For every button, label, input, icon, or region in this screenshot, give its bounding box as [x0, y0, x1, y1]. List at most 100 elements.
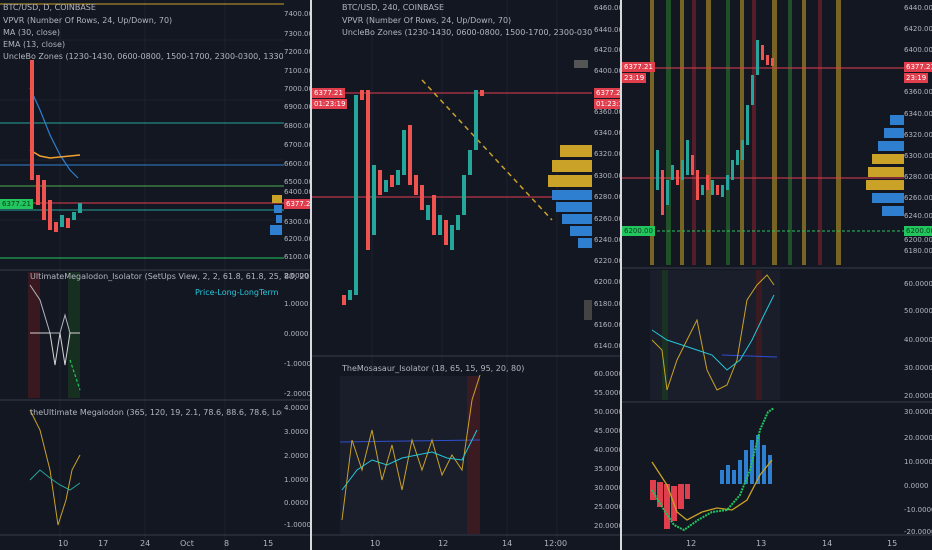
- price-tick: 6180.00: [594, 300, 620, 308]
- price-tick: 6400.00: [904, 46, 932, 54]
- sub2-tick: 0.0000: [904, 482, 929, 490]
- price-tick: 6320.00: [904, 131, 932, 139]
- price-tick: 6500.00: [284, 178, 310, 186]
- indicator-label[interactable]: MA (30, close): [3, 28, 60, 37]
- sub-tick: 55.0000: [594, 389, 620, 397]
- countdown-tag-left: 01:23:19: [312, 99, 348, 109]
- price-tick: 6300.00: [284, 218, 310, 226]
- price-tick: 6800.00: [284, 122, 310, 130]
- time-axis[interactable]: 12 13 14 15: [622, 537, 904, 550]
- time-tick: 12:00: [544, 539, 568, 548]
- last-price-tag: 6377.21: [594, 88, 620, 98]
- price-tick: 6420.00: [904, 25, 932, 33]
- price-tick: 6460.00: [594, 4, 620, 12]
- sub-tick: 30.0000: [594, 484, 620, 492]
- price-tick: 6400.00: [284, 188, 310, 196]
- last-price-tag: 6377.21: [284, 199, 310, 209]
- price-tick: 7000.00: [284, 85, 310, 93]
- price-axis[interactable]: 6460.00 6440.00 6420.00 6400.00 6360.00 …: [594, 0, 620, 550]
- countdown-tag-left: 23:19: [622, 73, 647, 83]
- indicator-label[interactable]: VPVR (Number Of Rows, 24, Up/Down, 70): [342, 16, 511, 25]
- price-tick: 7400.00: [284, 10, 310, 18]
- sub-tick: 40.0000: [594, 446, 620, 454]
- time-tick: 14: [502, 539, 513, 548]
- sub1-tick: 60.0000: [904, 280, 932, 288]
- price-tick: 6100.00: [284, 253, 310, 261]
- sub2-tick: 2.0000: [284, 452, 309, 460]
- indicator-label[interactable]: VPVR (Number Of Rows, 24, Up/Down, 70): [3, 16, 172, 25]
- time-axis[interactable]: 10 12 14 12:00: [312, 537, 594, 550]
- price-tick: 6600.00: [284, 160, 310, 168]
- time-tick: 12: [438, 539, 449, 548]
- intraday-chart-canvas[interactable]: [622, 0, 932, 550]
- sub2-tick: -1.0000: [284, 521, 310, 529]
- sub2-tick: 10.0000: [904, 458, 932, 466]
- price-tick: 6320.00: [594, 150, 620, 158]
- price-tick: 6280.00: [594, 193, 620, 201]
- time-tick: Oct: [180, 539, 194, 548]
- sub1-tick: 50.0000: [904, 307, 932, 315]
- countdown-tag: 01:23:19: [594, 99, 620, 109]
- sub1-tick: 40.0000: [904, 336, 932, 344]
- chart-panel-intraday[interactable]: 6440.00 6420.00 6400.00 6360.00 6340.00 …: [622, 0, 932, 550]
- sub1-tick: -1.0000: [284, 360, 310, 368]
- last-price-tag-left: 6377.21: [312, 88, 345, 98]
- sub1-legend: Price-Long-LongTerm: [195, 288, 279, 297]
- sub-tick: 60.0000: [594, 370, 620, 378]
- time-tick: 15: [887, 539, 898, 548]
- indicator-label[interactable]: UncleBo Zones (1230-1430, 0600-0800, 150…: [3, 52, 283, 61]
- price-tick: 6340.00: [904, 110, 932, 118]
- sub2-tick: 4.0000: [284, 404, 309, 412]
- sub-tick: 25.0000: [594, 503, 620, 511]
- sub2-tick: 1.0000: [284, 476, 309, 484]
- sub-tick: 50.0000: [594, 408, 620, 416]
- sub1-tick: 20.0000: [904, 392, 932, 400]
- price-tick: 7300.00: [284, 30, 310, 38]
- sub1-tick: -2.0000: [284, 390, 310, 398]
- price-tick: 6900.00: [284, 103, 310, 111]
- price-tick: 6240.00: [594, 236, 620, 244]
- sub2-tick: 30.0000: [904, 408, 932, 416]
- time-tick: 13: [756, 539, 767, 548]
- sub2-tick: -20.0000: [904, 528, 932, 536]
- price-tick: 6340.00: [594, 129, 620, 137]
- sub1-tick: 0.0000: [284, 330, 309, 338]
- level-tag: 6200.00: [904, 226, 932, 236]
- countdown-tag: 23:19: [904, 73, 929, 83]
- last-price-tag-left: 6377.21: [622, 62, 655, 72]
- price-tick: 6400.00: [594, 67, 620, 75]
- time-tick: 12: [686, 539, 697, 548]
- indicator-label[interactable]: EMA (13, close): [3, 40, 65, 49]
- sub1-tick: 1.0000: [284, 300, 309, 308]
- sub2-tick: -10.0000: [904, 506, 932, 514]
- sub-tick: 35.0000: [594, 465, 620, 473]
- sub-indicator-title[interactable]: TheMosasaur_Isolator (18, 65, 15, 95, 20…: [342, 364, 524, 373]
- sub-tick: 45.0000: [594, 427, 620, 435]
- chart-panel-240[interactable]: BTC/USD, 240, COINBASE VPVR (Number Of R…: [312, 0, 620, 550]
- chart-panel-daily[interactable]: BTC/USD, D, COINBASE VPVR (Number Of Row…: [0, 0, 310, 550]
- sub2-indicator-title[interactable]: theUltimate Megalodon (365, 120, 19, 2.1…: [30, 408, 282, 417]
- price-tick: 6440.00: [904, 4, 932, 12]
- price-tick: 6420.00: [594, 46, 620, 54]
- price-tick: 6300.00: [594, 172, 620, 180]
- time-axis[interactable]: 10 17 24 Oct 8 15: [0, 537, 284, 550]
- sub1-tick: 30.0000: [904, 364, 932, 372]
- last-price-tag: 6377.21: [904, 62, 932, 72]
- sub2-tick: 20.0000: [904, 434, 932, 442]
- indicator-label[interactable]: UncleBo Zones (1230-1430, 0600-0800, 150…: [342, 28, 592, 37]
- time-tick: 15: [263, 539, 274, 548]
- sub-tick: 20.0000: [594, 522, 620, 530]
- sub2-tick: 3.0000: [284, 428, 309, 436]
- time-tick: 10: [58, 539, 69, 548]
- h4-chart-canvas[interactable]: [312, 0, 620, 550]
- price-tick: 6360.00: [904, 88, 932, 96]
- time-tick: 10: [370, 539, 381, 548]
- price-tick: 6180.00: [904, 247, 932, 255]
- price-tick: 6280.00: [904, 173, 932, 181]
- price-tick: 6360.00: [594, 108, 620, 116]
- chart-title: BTC/USD, 240, COINBASE: [342, 3, 445, 12]
- sub1-indicator-title[interactable]: UltimateMegalodon_Isolator (SetUps View,…: [30, 272, 310, 281]
- sub2-tick: 0.0000: [284, 499, 309, 507]
- price-tick: 6140.00: [594, 342, 620, 350]
- price-tick: 6200.00: [904, 236, 932, 244]
